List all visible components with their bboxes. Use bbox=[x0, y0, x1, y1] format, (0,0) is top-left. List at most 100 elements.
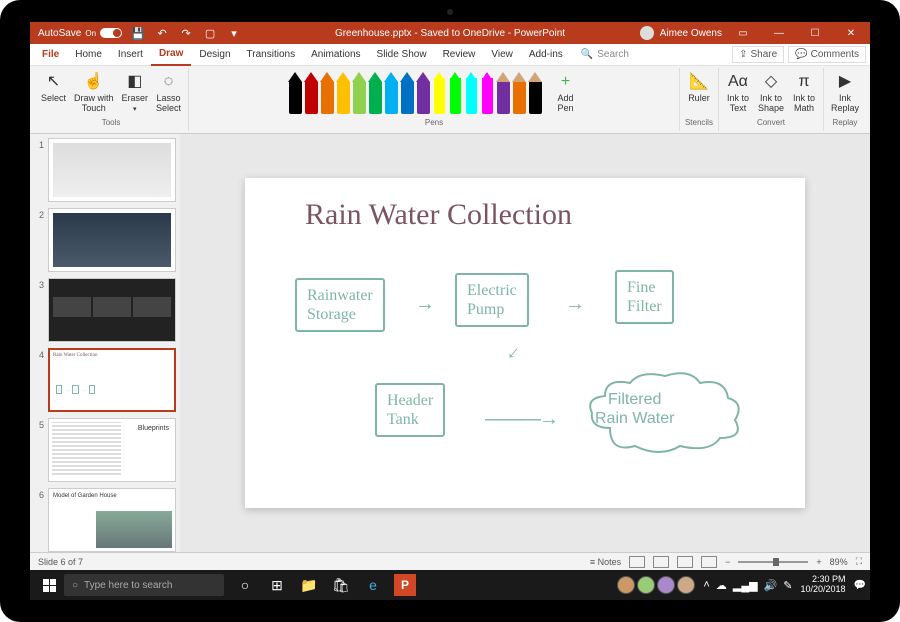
select-button[interactable]: ↖Select bbox=[38, 70, 69, 106]
taskbar: ○Type here to search ○ ⊞ 📁 🛍 e P ˄ ☁ bbox=[30, 570, 870, 600]
highlighter-tool[interactable] bbox=[448, 72, 463, 114]
volume-icon[interactable]: 🔊 bbox=[764, 579, 778, 592]
pen-tool[interactable] bbox=[336, 72, 351, 114]
pen-tool[interactable] bbox=[416, 72, 431, 114]
group-stencils-label: Stencils bbox=[685, 118, 713, 129]
tab-animations[interactable]: Animations bbox=[303, 44, 368, 66]
pen-tool[interactable] bbox=[352, 72, 367, 114]
active-slide[interactable]: Rain Water Collection Rainwater Storage … bbox=[245, 178, 805, 508]
pen-tool[interactable] bbox=[320, 72, 335, 114]
tab-addins[interactable]: Add-ins bbox=[521, 44, 571, 66]
zoom-slider[interactable] bbox=[738, 561, 808, 563]
box-electric-pump: Electric Pump bbox=[455, 273, 529, 327]
tab-home[interactable]: Home bbox=[67, 44, 110, 66]
comments-button[interactable]: 💬 Comments bbox=[788, 46, 866, 63]
group-pens-label: Pens bbox=[425, 118, 443, 129]
user-name: Aimee Owens bbox=[660, 28, 722, 39]
slideshow-view-icon[interactable] bbox=[701, 556, 717, 568]
ink-replay-button[interactable]: ▶Ink Replay bbox=[828, 70, 862, 116]
ink-to-text-button[interactable]: AαInk to Text bbox=[723, 70, 753, 116]
search-box[interactable]: 🔍 Search bbox=[581, 49, 629, 60]
document-title: Greenhouse.pptx - Saved to OneDrive - Po… bbox=[335, 28, 565, 39]
tab-review[interactable]: Review bbox=[435, 44, 484, 66]
highlighter-tool[interactable] bbox=[432, 72, 447, 114]
tab-transitions[interactable]: Transitions bbox=[239, 44, 304, 66]
pen-tool[interactable] bbox=[384, 72, 399, 114]
sorter-view-icon[interactable] bbox=[653, 556, 669, 568]
ink-to-math-button[interactable]: πInk to Math bbox=[789, 70, 819, 116]
slide-thumb-6[interactable]: Model of Garden House bbox=[48, 488, 176, 552]
pencil-tool[interactable] bbox=[512, 72, 527, 114]
pen-tool[interactable] bbox=[288, 72, 303, 114]
ruler-button[interactable]: 📐Ruler bbox=[684, 70, 714, 106]
task-view-icon[interactable]: ⊞ bbox=[262, 570, 292, 600]
pen-tool[interactable] bbox=[400, 72, 415, 114]
pencil-tool[interactable] bbox=[496, 72, 511, 114]
draw-touch-button[interactable]: ☝Draw with Touch bbox=[71, 70, 117, 116]
tab-insert[interactable]: Insert bbox=[110, 44, 151, 66]
tab-slideshow[interactable]: Slide Show bbox=[369, 44, 435, 66]
store-icon[interactable]: 🛍 bbox=[326, 570, 356, 600]
slide-thumb-4[interactable]: Rain Water Collection□→□→□ bbox=[48, 348, 176, 412]
autosave-toggle[interactable]: AutoSave On bbox=[38, 28, 122, 39]
highlighter-tool[interactable] bbox=[480, 72, 495, 114]
tab-draw[interactable]: Draw bbox=[151, 44, 191, 66]
explorer-icon[interactable]: 📁 bbox=[294, 570, 324, 600]
tab-view[interactable]: View bbox=[483, 44, 521, 66]
people-bar[interactable] bbox=[617, 576, 695, 594]
close-icon[interactable]: ✕ bbox=[836, 22, 866, 44]
thumbnail-panel[interactable]: 1 2 3 4Rain Water Collection□→□→□ 5Bluep… bbox=[30, 134, 180, 552]
slide-thumb-5[interactable]: Blueprints bbox=[48, 418, 176, 482]
tray-up-icon[interactable]: ˄ bbox=[703, 579, 709, 591]
reading-view-icon[interactable] bbox=[677, 556, 693, 568]
undo-icon[interactable]: ↶ bbox=[154, 25, 170, 41]
lasso-button[interactable]: ◌Lasso Select bbox=[153, 70, 184, 116]
slideshow-icon[interactable]: ▢ bbox=[202, 25, 218, 41]
redo-icon[interactable]: ↷ bbox=[178, 25, 194, 41]
cortana-icon[interactable]: ○ bbox=[230, 570, 260, 600]
highlighter-tool[interactable] bbox=[464, 72, 479, 114]
eraser-button[interactable]: ◧Eraser▾ bbox=[119, 70, 152, 116]
minimize-icon[interactable]: — bbox=[764, 22, 794, 44]
workspace: 1 2 3 4Rain Water Collection□→□→□ 5Bluep… bbox=[30, 134, 870, 552]
more-icon[interactable]: ▾ bbox=[226, 25, 242, 41]
notes-button[interactable]: ≡ Notes bbox=[590, 557, 621, 567]
normal-view-icon[interactable] bbox=[629, 556, 645, 568]
group-convert: AαInk to Text ◇Ink to Shape πInk to Math… bbox=[719, 68, 824, 131]
pen-tray-icon[interactable]: ✎ bbox=[783, 579, 792, 592]
start-button[interactable] bbox=[34, 570, 64, 600]
action-center-icon[interactable]: 💬 bbox=[854, 580, 866, 591]
pen-tool[interactable] bbox=[304, 72, 319, 114]
ink-to-shape-button[interactable]: ◇Ink to Shape bbox=[755, 70, 787, 116]
zoom-out-button[interactable]: − bbox=[725, 557, 730, 567]
tab-file[interactable]: File bbox=[34, 44, 67, 66]
slide-thumb-1[interactable] bbox=[48, 138, 176, 202]
zoom-in-button[interactable]: + bbox=[816, 557, 821, 567]
clock[interactable]: 2:30 PM 10/20/2018 bbox=[801, 575, 846, 595]
zoom-level[interactable]: 89% bbox=[830, 557, 848, 567]
slide-thumb-3[interactable] bbox=[48, 278, 176, 342]
tab-design[interactable]: Design bbox=[191, 44, 238, 66]
slide-thumb-2[interactable] bbox=[48, 208, 176, 272]
arrow-2: → bbox=[565, 293, 585, 316]
maximize-icon[interactable]: ☐ bbox=[800, 22, 830, 44]
onedrive-icon[interactable]: ☁ bbox=[716, 579, 727, 592]
save-icon[interactable]: 💾 bbox=[130, 25, 146, 41]
fit-button[interactable]: ⛶ bbox=[856, 556, 862, 567]
pencil-tool[interactable] bbox=[528, 72, 543, 114]
edge-icon[interactable]: e bbox=[358, 570, 388, 600]
ribbon-display-icon[interactable]: ▭ bbox=[728, 22, 758, 44]
powerpoint-icon[interactable]: P bbox=[394, 574, 416, 596]
title-bar: AutoSave On 💾 ↶ ↷ ▢ ▾ Greenhouse.pptx - … bbox=[30, 22, 870, 44]
arrow-4: ———→ bbox=[485, 408, 557, 431]
user-avatar[interactable] bbox=[640, 26, 654, 40]
arrow-3: → bbox=[500, 339, 530, 369]
search-icon: ○ bbox=[72, 580, 78, 591]
canvas-area[interactable]: Rain Water Collection Rainwater Storage … bbox=[180, 134, 870, 552]
pen-tool[interactable] bbox=[368, 72, 383, 114]
taskbar-search[interactable]: ○Type here to search bbox=[64, 574, 224, 596]
share-button[interactable]: ⇪ Share bbox=[732, 46, 784, 63]
network-icon[interactable]: ▂▄▆ bbox=[733, 579, 758, 592]
group-replay: ▶Ink Replay Replay bbox=[824, 68, 866, 131]
add-pen-button[interactable]: +Add Pen bbox=[551, 70, 581, 116]
